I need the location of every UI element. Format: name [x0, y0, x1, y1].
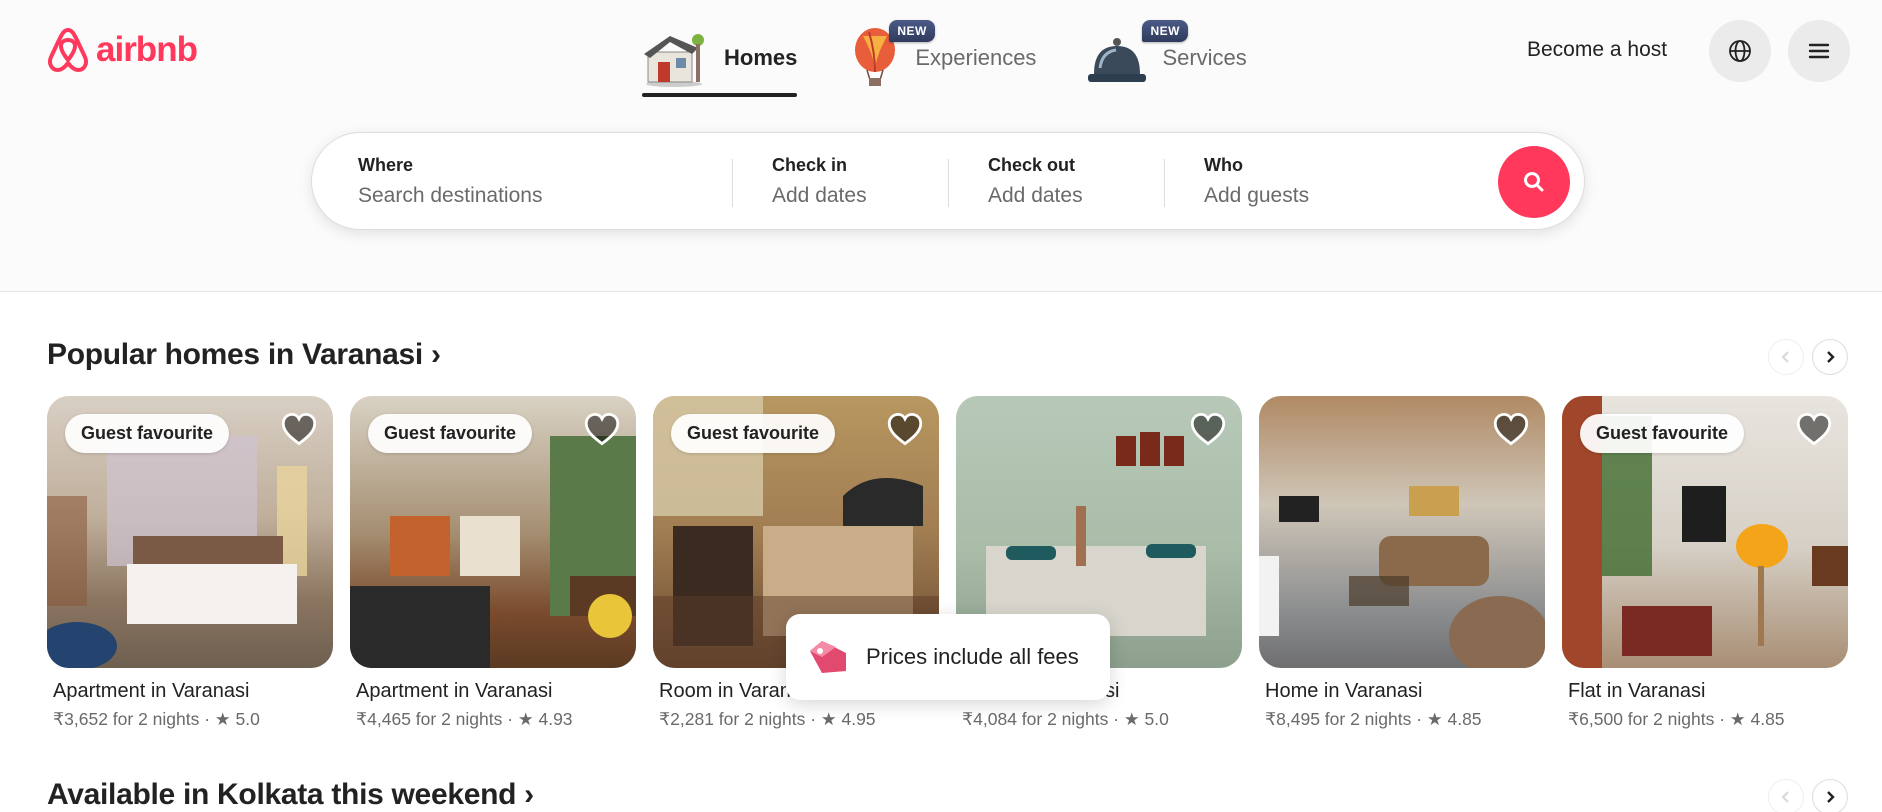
search-button[interactable]	[1498, 146, 1570, 218]
chevron-right-icon	[1827, 351, 1835, 363]
listing-photo[interactable]	[1259, 396, 1545, 668]
heart-icon[interactable]	[887, 412, 923, 446]
carousel-next-button[interactable]	[1812, 339, 1848, 375]
listing-price-rating: ₹8,495 for 2 nights · ★ 4.85	[1265, 709, 1482, 729]
check-out-label: Check out	[988, 155, 1076, 175]
listing-price-rating: ₹6,500 for 2 nights · ★ 4.85	[1568, 709, 1785, 729]
hamburger-menu-icon	[1808, 43, 1830, 59]
price-tag-icon	[810, 641, 846, 673]
listing-card[interactable]: Home in Varanasi ₹8,495 for 2 nights · ★…	[1259, 396, 1545, 730]
check-out-field[interactable]: Check out Add dates	[988, 155, 1083, 208]
listing-price-rating: ₹3,652 for 2 nights · ★ 5.0	[53, 709, 260, 729]
service-bell-icon: NEW	[1086, 20, 1188, 88]
tab-services-label: Services	[1162, 45, 1247, 70]
where-field[interactable]: Where Search destinations	[358, 155, 542, 208]
listing-price-rating: ₹4,084 for 2 nights · ★ 5.0	[962, 709, 1169, 729]
listing-photo[interactable]: Guest favourite	[1562, 396, 1848, 668]
divider	[732, 159, 733, 207]
carousel-prev-button[interactable]	[1768, 779, 1804, 812]
header: airbnb Homes NEW Experiences NEW Service…	[0, 0, 1882, 292]
listing-title: Home in Varanasi	[1265, 680, 1423, 702]
listing-card[interactable]: Guest favourite Apartment in Varanasi ₹3…	[47, 396, 333, 730]
tab-homes[interactable]: Homes	[640, 20, 798, 97]
airbnb-logo[interactable]: airbnb	[46, 26, 198, 74]
guest-favourite-badge: Guest favourite	[368, 414, 533, 453]
become-a-host-link[interactable]: Become a host	[1527, 38, 1667, 62]
check-in-field[interactable]: Check in Add dates	[772, 155, 867, 208]
new-badge: NEW	[889, 20, 935, 42]
carousel-prev-button[interactable]	[1768, 339, 1804, 375]
hot-air-balloon-icon: NEW	[851, 20, 935, 88]
prices-info-toast[interactable]: Prices include all fees	[786, 614, 1110, 700]
who-label: Who	[1204, 155, 1243, 175]
check-in-value: Add dates	[772, 184, 867, 207]
house-icon	[640, 28, 710, 88]
chevron-right-icon	[1827, 791, 1835, 803]
where-label: Where	[358, 155, 414, 175]
tab-homes-label: Homes	[724, 45, 798, 70]
check-in-label: Check in	[772, 155, 848, 175]
section-title-popular-homes[interactable]: Popular homes in Varanasi ›	[47, 338, 441, 372]
listing-price-rating: ₹2,281 for 2 nights · ★ 4.95	[659, 709, 876, 729]
language-button[interactable]	[1709, 20, 1771, 82]
search-icon	[1524, 172, 1544, 192]
who-field[interactable]: Who Add guests	[1204, 155, 1309, 208]
heart-icon[interactable]	[281, 412, 317, 446]
guest-favourite-badge: Guest favourite	[65, 414, 230, 453]
chevron-left-icon	[1781, 351, 1789, 363]
toast-text: Prices include all fees	[866, 644, 1079, 669]
section-title-kolkata-weekend[interactable]: Available in Kolkata this weekend ›	[47, 778, 534, 812]
guest-favourite-badge: Guest favourite	[1580, 414, 1745, 453]
brand-name: airbnb	[96, 30, 198, 69]
check-out-value: Add dates	[988, 184, 1083, 207]
listing-photo[interactable]: Guest favourite	[350, 396, 636, 668]
carousel-next-button[interactable]	[1812, 779, 1848, 812]
category-tabs: Homes NEW Experiences NEW Services	[640, 20, 1297, 97]
heart-icon[interactable]	[584, 412, 620, 446]
new-badge: NEW	[1142, 20, 1188, 42]
heart-icon[interactable]	[1796, 412, 1832, 446]
tab-services[interactable]: NEW Services	[1086, 20, 1247, 96]
listing-card[interactable]: Guest favourite Apartment in Varanasi ₹4…	[350, 396, 636, 730]
divider	[948, 159, 949, 207]
listing-title: Flat in Varanasi	[1568, 680, 1706, 702]
search-bar: Where Search destinations Check in Add d…	[311, 132, 1585, 230]
chevron-left-icon	[1781, 791, 1789, 803]
tab-experiences[interactable]: NEW Experiences	[851, 20, 1036, 96]
who-value: Add guests	[1204, 184, 1310, 207]
listing-card[interactable]: Guest favourite Flat in Varanasi ₹6,500 …	[1562, 396, 1848, 730]
tab-experiences-label: Experiences	[915, 45, 1037, 70]
divider	[1164, 159, 1165, 207]
guest-favourite-badge: Guest favourite	[671, 414, 836, 453]
listing-title: Apartment in Varanasi	[356, 680, 553, 702]
heart-icon[interactable]	[1190, 412, 1226, 446]
globe-icon	[1729, 40, 1751, 62]
listing-price-rating: ₹4,465 for 2 nights · ★ 4.93	[356, 709, 573, 729]
listing-title: Apartment in Varanasi	[53, 680, 250, 702]
main-menu-button[interactable]	[1788, 20, 1850, 82]
heart-icon[interactable]	[1493, 412, 1529, 446]
airbnb-logo-icon	[47, 28, 89, 72]
listing-photo[interactable]: Guest favourite	[47, 396, 333, 668]
where-input[interactable]: Search destinations	[358, 184, 542, 208]
